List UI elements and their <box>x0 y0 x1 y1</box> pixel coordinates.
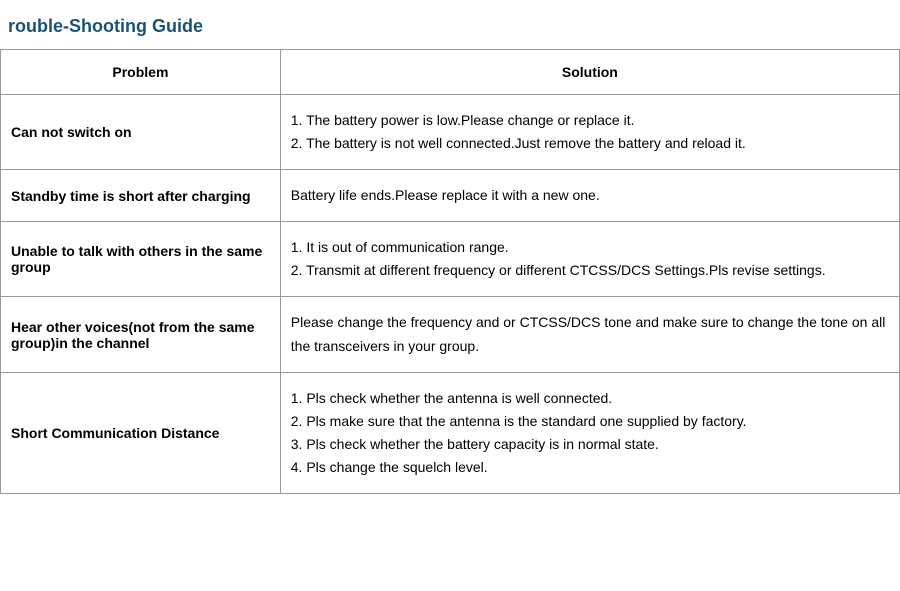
solution-cell-2: 1. It is out of communication range.2. T… <box>280 222 899 297</box>
table-row: Hear other voices(not from the same grou… <box>1 297 900 372</box>
problem-cell-0: Can not switch on <box>1 95 281 170</box>
solution-text-1: Battery life ends.Please replace it with… <box>291 184 889 207</box>
table-row: Short Communication Distance1. Pls check… <box>1 372 900 493</box>
table-row: Can not switch on1. The battery power is… <box>1 95 900 170</box>
solution-cell-1: Battery life ends.Please replace it with… <box>280 170 899 222</box>
problem-cell-4: Short Communication Distance <box>1 372 281 493</box>
problem-cell-3: Hear other voices(not from the same grou… <box>1 297 281 372</box>
problem-column-header: Problem <box>1 50 281 95</box>
trouble-table: Problem Solution Can not switch on1. The… <box>0 49 900 494</box>
solution-text-0: 1. The battery power is low.Please chang… <box>291 109 889 155</box>
solution-text-2: 1. It is out of communication range.2. T… <box>291 236 889 282</box>
solution-cell-4: 1. Pls check whether the antenna is well… <box>280 372 899 493</box>
table-row: Unable to talk with others in the same g… <box>1 222 900 297</box>
solution-text-4: 1. Pls check whether the antenna is well… <box>291 387 889 479</box>
problem-cell-2: Unable to talk with others in the same g… <box>1 222 281 297</box>
solution-cell-0: 1. The battery power is low.Please chang… <box>280 95 899 170</box>
solution-column-header: Solution <box>280 50 899 95</box>
solution-cell-3: Please change the frequency and or CTCSS… <box>280 297 899 372</box>
problem-cell-1: Standby time is short after charging <box>1 170 281 222</box>
page-title: rouble-Shooting Guide <box>0 10 900 45</box>
page-container: rouble-Shooting Guide Problem Solution C… <box>0 0 900 591</box>
table-row: Standby time is short after charging Batt… <box>1 170 900 222</box>
solution-text-3: Please change the frequency and or CTCSS… <box>291 311 889 357</box>
table-header-row: Problem Solution <box>1 50 900 95</box>
